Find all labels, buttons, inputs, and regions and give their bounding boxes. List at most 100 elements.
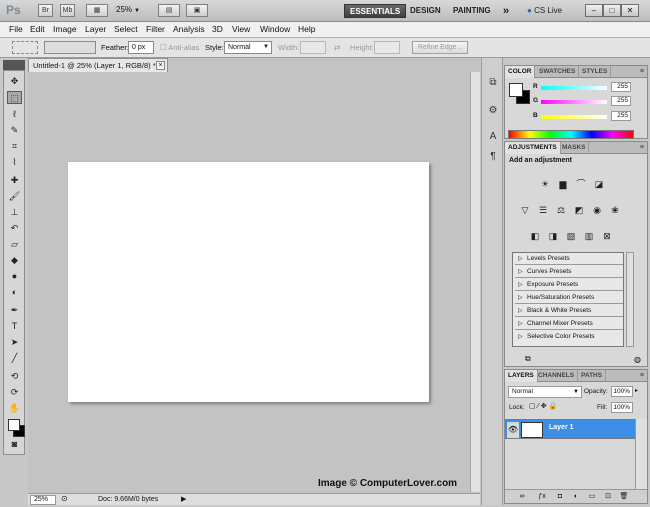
brightness-contrast-icon[interactable]: ☀ [538,178,552,191]
marquee-tool-preset-icon[interactable] [12,41,38,54]
panel-menu-icon[interactable]: ≡ [640,372,644,379]
eraser-tool-icon[interactable]: ▱ [7,238,22,251]
threshold-icon[interactable]: ▧ [564,230,578,243]
photo-filter-icon[interactable]: ◉ [590,204,604,217]
menu-help[interactable]: Help [298,24,315,34]
3d-orbit-tool-icon[interactable]: ⟳ [7,386,22,399]
menu-analysis[interactable]: Analysis [173,24,205,34]
list-item[interactable]: ▷ Black & White Presets [515,305,623,317]
type-tool-icon[interactable]: T [7,320,22,333]
anti-alias-checkbox[interactable]: ☐ Anti-alias [160,43,199,52]
panel-menu-icon[interactable]: ≡ [640,68,644,75]
curves-icon[interactable]: ⌒ [574,178,588,191]
minimize-button[interactable]: – [585,4,603,17]
lock-options-icons[interactable]: ▢⁄✥🔒 [529,402,559,410]
status-zoom-input[interactable]: 25% [30,495,56,505]
close-tab-icon[interactable]: × [156,61,165,70]
history-brush-tool-icon[interactable]: ↶ [7,222,22,235]
marquee-tool-icon[interactable]: ⬚ [7,91,22,104]
color-foreground-swatch[interactable] [509,83,523,97]
tab-layers[interactable]: LAYERS [505,370,538,382]
red-slider[interactable] [541,86,607,90]
menu-select[interactable]: Select [114,24,138,34]
pen-tool-icon[interactable]: ✒ [7,304,22,317]
gradient-map-icon[interactable]: ▥ [582,230,596,243]
clip-to-layer-icon[interactable]: ⧉ [525,354,531,364]
close-window-button[interactable]: ✕ [621,4,639,17]
cs-live-button[interactable]: ● CS Live [522,4,567,18]
status-menu-arrow-icon[interactable]: ▶ [181,495,186,503]
new-layer-icon[interactable]: ⊡ [603,492,613,502]
document-tab[interactable]: Untitled-1 @ 25% (Layer 1, RGB/8) * × [28,58,168,72]
eyedropper-tool-icon[interactable]: ⌇ [7,156,22,169]
healing-brush-tool-icon[interactable]: ✚ [7,174,22,187]
hue-saturation-icon[interactable]: ☰ [536,204,550,217]
hand-tool-icon[interactable]: ✋ [7,402,22,415]
blend-mode-select[interactable]: Normal ▼ [508,386,582,398]
history-panel-icon[interactable]: ⧉ [486,76,500,90]
workspace-design[interactable]: DESIGN [405,4,446,18]
lasso-tool-icon[interactable]: ℓ [7,108,22,121]
tab-channels[interactable]: CHANNELS [535,370,579,382]
paragraph-panel-icon[interactable]: ¶ [486,150,500,164]
opacity-input[interactable]: 100% [611,386,633,397]
character-panel-icon[interactable]: A [486,130,500,144]
black-white-icon[interactable]: ◩ [572,204,586,217]
tab-swatches[interactable]: SWATCHES [536,66,580,78]
add-mask-icon[interactable]: ◘ [555,492,565,502]
menu-3d[interactable]: 3D [212,24,223,34]
vertical-scrollbar[interactable] [470,72,480,492]
delete-layer-icon[interactable]: 🗑 [619,492,629,502]
shape-tool-icon[interactable]: ╱ [7,352,22,365]
quick-selection-tool-icon[interactable]: ✎ [7,124,22,137]
layers-scrollbar[interactable] [635,419,647,489]
workspace-essentials[interactable]: ESSENTIALS [344,4,407,18]
color-balance-icon[interactable]: ⚖ [554,204,568,217]
menu-layer[interactable]: Layer [85,24,106,34]
link-layers-icon[interactable]: ∞ [517,492,527,502]
dodge-tool-icon[interactable]: ◐ [7,286,22,299]
selective-color-icon[interactable]: ⊠ [600,230,614,243]
bridge-button[interactable]: Br [38,4,53,17]
document-canvas[interactable] [68,162,429,402]
toolbox-grip[interactable] [3,60,25,70]
tab-styles[interactable]: STYLES [579,66,612,78]
list-item[interactable]: ▷ Selective Color Presets [515,331,623,343]
tab-adjustments[interactable]: ADJUSTMENTS [505,142,561,154]
3d-rotate-tool-icon[interactable]: ⟲ [7,370,22,383]
quick-mask-icon[interactable]: ◙ [7,438,22,451]
actions-panel-icon[interactable]: ⚙ [486,104,500,118]
list-item[interactable]: ▷ Channel Mixer Presets [515,318,623,330]
presets-scrollbar[interactable] [626,252,634,347]
zoom-level-dropdown[interactable]: 25% ▼ [116,5,140,14]
crop-tool-icon[interactable]: ⌗ [7,140,22,153]
list-item[interactable]: ▷ Levels Presets [515,253,623,265]
refine-edge-button[interactable]: Refine Edge... [412,41,469,54]
status-info-icon[interactable]: ⊙ [61,494,68,503]
blur-tool-icon[interactable]: ● [7,270,22,283]
tab-masks[interactable]: MASKS [559,142,590,154]
foreground-color-swatch[interactable] [8,419,20,431]
blue-value-input[interactable]: 255 [611,111,631,121]
invert-icon[interactable]: ◧ [528,230,542,243]
list-item[interactable]: ▷ Curves Presets [515,266,623,278]
tab-color[interactable]: COLOR [505,66,536,78]
fill-input[interactable]: 100% [611,402,633,413]
menu-edit[interactable]: Edit [30,24,45,34]
move-tool-icon[interactable]: ✥ [7,75,22,88]
panel-menu-icon[interactable]: ≡ [640,144,644,151]
vibrance-icon[interactable]: ▽ [518,204,532,217]
menu-image[interactable]: Image [53,24,77,34]
width-input[interactable] [300,41,326,54]
layer-row[interactable]: 👁 Layer 1 [505,419,635,439]
adjustment-options-icon[interactable]: ◍ [634,355,641,364]
green-slider[interactable] [541,100,607,104]
menu-filter[interactable]: Filter [146,24,165,34]
adjustment-layer-icon[interactable]: ◐ [571,492,581,502]
height-input[interactable] [374,41,400,54]
exposure-icon[interactable]: ◪ [592,178,606,191]
mini-bridge-button[interactable]: Mb [60,4,75,17]
visibility-eye-icon[interactable]: 👁 [507,422,519,438]
list-item[interactable]: ▷ Hue/Saturation Presets [515,292,623,304]
list-item[interactable]: ▷ Exposure Presets [515,279,623,291]
